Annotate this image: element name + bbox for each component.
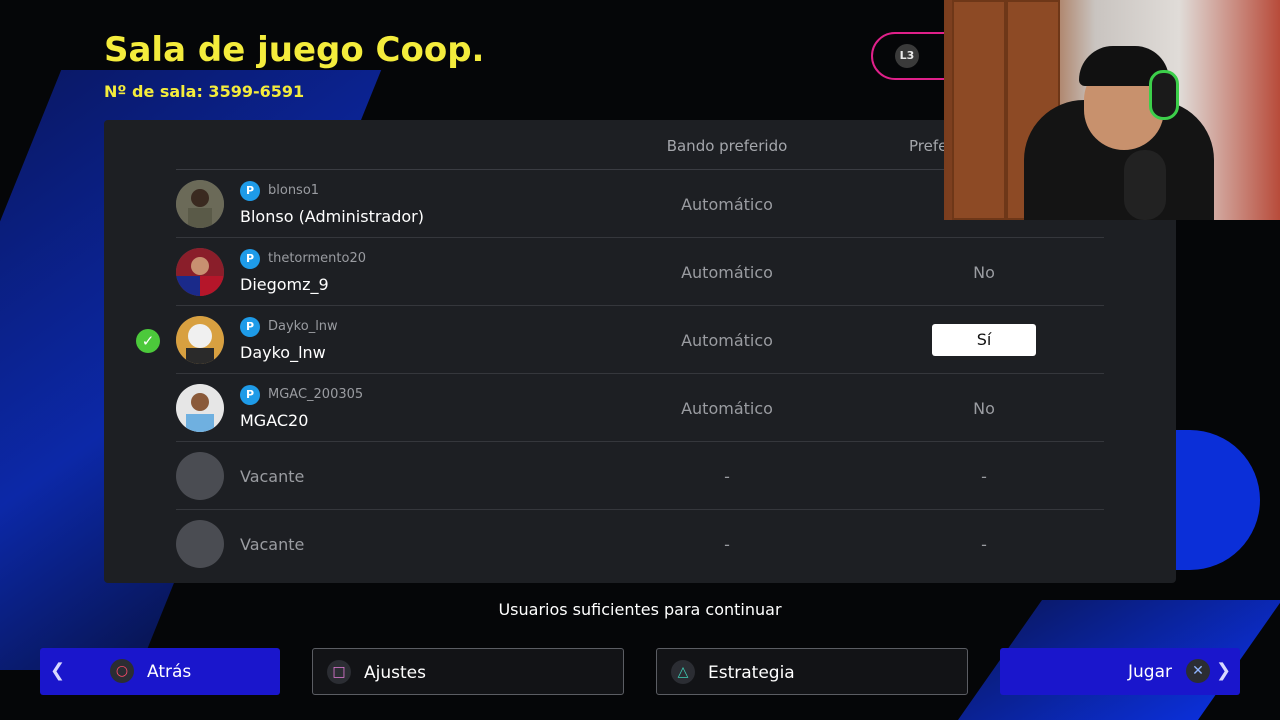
page-title: Sala de juego Coop.: [104, 30, 485, 70]
preferred-side: Automático: [681, 263, 773, 282]
avatar: [176, 248, 224, 296]
playstation-icon: P: [240, 317, 260, 337]
l3-button-icon: L3: [895, 44, 919, 68]
ready-check-icon: ✓: [136, 329, 160, 353]
empty-avatar: [176, 452, 224, 500]
player-name: Blonso (Administrador): [240, 207, 424, 226]
settings-label: Ajustes: [364, 663, 426, 683]
preference-value: -: [981, 467, 987, 486]
microphone-icon: [1124, 150, 1166, 220]
strategy-label: Estrategia: [708, 663, 795, 683]
preferred-side: -: [724, 535, 730, 554]
preference-value: No: [973, 399, 995, 418]
player-name: Dayko_lnw: [240, 343, 326, 362]
status-message: Usuarios suficientes para continuar: [498, 600, 782, 619]
member-row[interactable]: P Dayko_lnw Dayko_lnw Automático Sí: [176, 306, 1104, 374]
headset-icon: [1149, 70, 1179, 120]
settings-button[interactable]: □ Ajustes: [312, 648, 624, 695]
avatar: [176, 180, 224, 228]
circle-button-icon: ○: [110, 659, 134, 683]
back-label: Atrás: [147, 662, 192, 682]
preferred-side: -: [724, 467, 730, 486]
vacant-label: Vacante: [240, 535, 305, 554]
preference-selected[interactable]: Sí: [932, 324, 1036, 356]
member-row[interactable]: P thetormento20 Diegomz_9 Automático No: [176, 238, 1104, 306]
playstation-icon: P: [240, 249, 260, 269]
column-header-preference: Prefe: [909, 137, 948, 155]
webcam-overlay: [944, 0, 1280, 220]
member-row[interactable]: P MGAC_200305 MGAC20 Automático No: [176, 374, 1104, 442]
vacant-slot[interactable]: Vacante - -: [176, 442, 1104, 510]
vacant-slot[interactable]: Vacante - -: [176, 510, 1104, 578]
chevron-left-icon: ❮: [50, 660, 66, 681]
preferred-side: Automático: [681, 195, 773, 214]
player-name: MGAC20: [240, 411, 309, 430]
psn-id: Dayko_lnw: [268, 319, 338, 334]
vacant-label: Vacante: [240, 467, 305, 486]
playstation-icon: P: [240, 385, 260, 405]
avatar: [176, 384, 224, 432]
psn-id: thetormento20: [268, 251, 366, 266]
strategy-button[interactable]: △ Estrategia: [656, 648, 968, 695]
preferred-side: Automático: [681, 331, 773, 350]
player-name: Diegomz_9: [240, 275, 329, 294]
preferred-side: Automático: [681, 399, 773, 418]
chevron-right-icon: ❯: [1216, 660, 1232, 681]
cross-button-icon: ✕: [1186, 659, 1210, 683]
preference-value: -: [981, 535, 987, 554]
avatar: [176, 316, 224, 364]
cabinet: [952, 0, 1006, 220]
room-number: Nº de sala: 3599-6591: [104, 82, 305, 101]
playstation-icon: P: [240, 181, 260, 201]
preference-value: No: [973, 263, 995, 282]
square-button-icon: □: [327, 660, 351, 684]
back-button[interactable]: ❮ ○ Atrás: [40, 648, 280, 695]
psn-id: blonso1: [268, 183, 320, 198]
psn-id: MGAC_200305: [268, 387, 364, 402]
empty-avatar: [176, 520, 224, 568]
play-label: Jugar: [1128, 662, 1172, 682]
play-button[interactable]: Jugar ✕ ❯: [1000, 648, 1240, 695]
triangle-button-icon: △: [671, 660, 695, 684]
column-header-side: Bando preferido: [666, 137, 788, 155]
